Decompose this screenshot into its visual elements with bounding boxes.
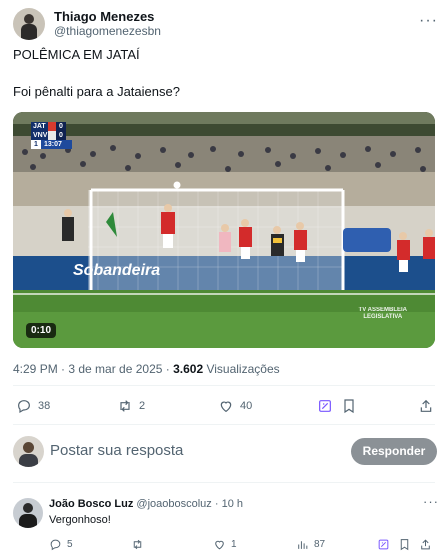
- comment-time[interactable]: · 10 h: [215, 498, 243, 510]
- like-count: 40: [240, 400, 253, 412]
- like-icon: [215, 540, 224, 550]
- post-author[interactable]: Thiago Menezes @thiagomenezesbn: [13, 8, 161, 40]
- author-avatar[interactable]: [13, 8, 45, 40]
- reply-icon: [18, 400, 30, 414]
- bookmark-button[interactable]: [341, 398, 363, 414]
- scoreboard-score-2: 0: [56, 131, 66, 140]
- post-meta: 4:29 PM · 3 de mar de 2025 · 3.602 Visua…: [13, 362, 280, 376]
- share-icon: [421, 539, 430, 550]
- watermark-line-1: TV ASSEMBLEIA: [358, 307, 407, 313]
- divider: [13, 385, 435, 386]
- repost-icon: [133, 539, 142, 550]
- post-text-line-1: POLÊMICA EM JATAÍ: [13, 47, 140, 62]
- reply-button[interactable]: 38: [16, 398, 50, 414]
- tv-watermark: TV ASSEMBLEIA LEGISLATIVA: [359, 307, 407, 321]
- reply-compose: Postar sua resposta Responder: [13, 436, 437, 468]
- reply-count: 38: [38, 400, 51, 412]
- author-names: Thiago Menezes @thiagomenezesbn: [54, 9, 161, 39]
- comment-repost-button[interactable]: [131, 538, 149, 551]
- post-views-label: Visualizações: [203, 362, 280, 376]
- comment-header: João Bosco Luz @joaoboscoluz · 10 h: [49, 498, 243, 510]
- comment-views[interactable]: 87: [296, 538, 325, 551]
- more-icon[interactable]: ···: [423, 494, 439, 509]
- comment-share-button[interactable]: [419, 538, 437, 551]
- divider: [13, 482, 435, 483]
- post-text-line-2: Foi pênalti para a Jataiense?: [13, 84, 180, 99]
- scoreboard-team-2: VNV: [31, 131, 48, 140]
- scoreboard-clock: 13:07: [41, 140, 72, 149]
- post-action-bar: 38 2 40: [16, 398, 436, 416]
- commenter-name[interactable]: João Bosco Luz: [49, 498, 133, 510]
- scoreboard-team-1: JAT: [31, 122, 48, 131]
- scoreboard-half: 1: [31, 140, 41, 149]
- comment-bookmark-button[interactable]: [398, 538, 416, 551]
- current-user-avatar[interactable]: [13, 436, 44, 467]
- reply-icon: [50, 539, 61, 551]
- comment-reply-button[interactable]: 5: [49, 538, 73, 551]
- comment-like-count: 1: [231, 539, 237, 550]
- share-icon: [420, 399, 432, 412]
- post-video[interactable]: JAT 0 VNV 0 1 13:07 Sobandeira TV ASSEMBLEI…: [13, 112, 435, 348]
- post-views-count: 3.602: [173, 362, 204, 376]
- comment-like-button[interactable]: 1: [213, 538, 237, 551]
- comment-grok-button[interactable]: [377, 538, 395, 551]
- post-timestamp[interactable]: 4:29 PM · 3 de mar de 2025 ·: [13, 362, 173, 376]
- ad-board-text: Sobandeira: [73, 262, 161, 279]
- commenter-avatar[interactable]: [13, 498, 43, 528]
- watermark-line-2: LEGISLATIVA: [363, 314, 403, 320]
- views-icon: [298, 541, 308, 549]
- reply-input[interactable]: Postar sua resposta: [50, 442, 183, 459]
- author-display-name[interactable]: Thiago Menezes: [54, 9, 161, 24]
- grok-button[interactable]: [317, 398, 339, 414]
- repost-icon: [120, 400, 130, 412]
- comment-reply-count: 5: [67, 539, 73, 550]
- like-icon: [220, 401, 232, 413]
- share-button[interactable]: [418, 398, 440, 414]
- bookmark-icon: [400, 539, 409, 551]
- commenter-handle[interactable]: @joaoboscoluz: [136, 498, 211, 510]
- repost-count: 2: [139, 400, 146, 412]
- comment-action-bar: 5 1 87: [49, 538, 430, 552]
- more-icon[interactable]: ···: [419, 12, 438, 30]
- grok-icon: [378, 539, 389, 550]
- repost-button[interactable]: 2: [117, 398, 145, 414]
- reply-submit-button[interactable]: Responder: [351, 438, 437, 465]
- divider: [13, 424, 435, 425]
- author-handle[interactable]: @thiagomenezesbn: [54, 24, 161, 39]
- grok-icon: [319, 400, 331, 412]
- scoreboard-score-1: 0: [56, 122, 66, 131]
- scoreboard: JAT 0 VNV 0 1 13:07: [31, 122, 72, 149]
- bookmark-icon: [344, 399, 354, 414]
- comment-view-count: 87: [314, 539, 326, 550]
- comment-text: Vergonhoso!: [49, 514, 111, 526]
- video-duration-badge: 0:10: [26, 323, 57, 338]
- like-button[interactable]: 40: [218, 398, 252, 414]
